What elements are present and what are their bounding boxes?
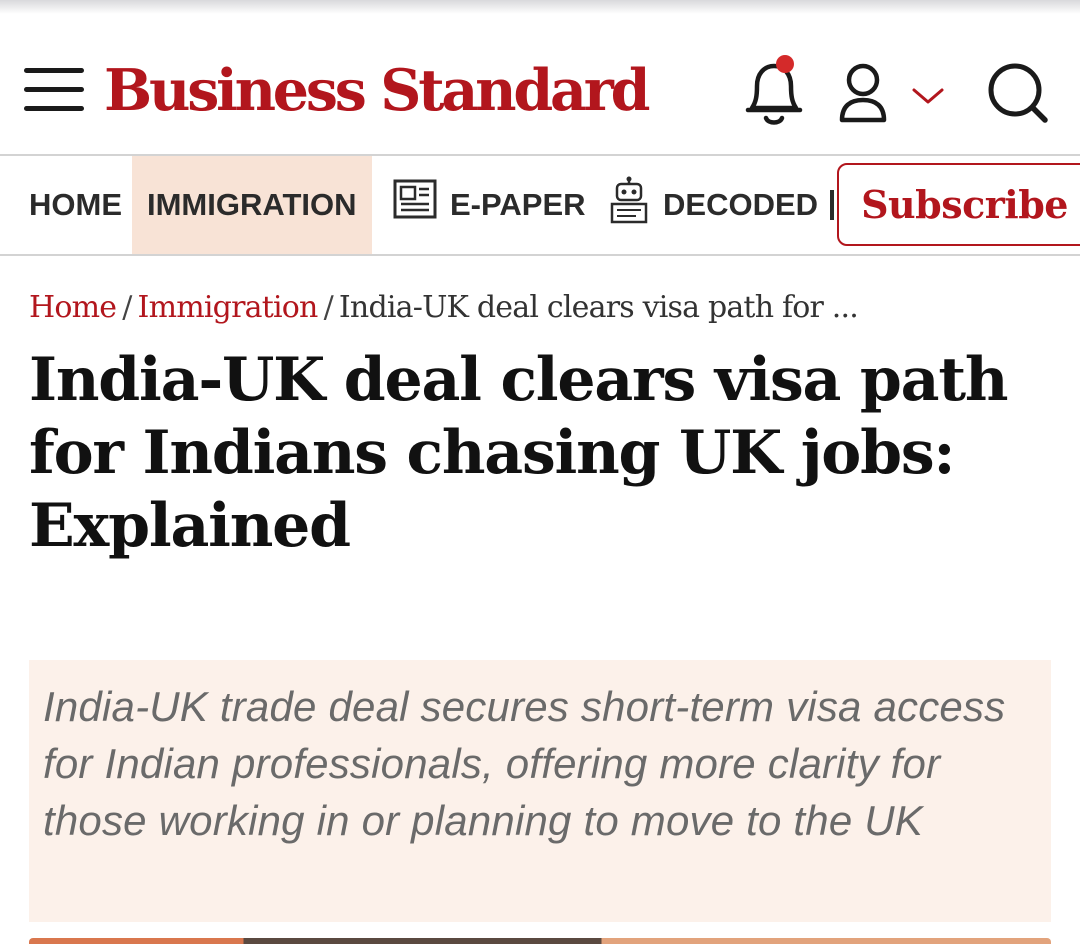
nav-item-immigration[interactable]: IMMIGRATION	[132, 156, 372, 254]
breadcrumb-section[interactable]: Immigration	[138, 290, 319, 325]
nav-divider	[0, 254, 1080, 256]
user-icon	[839, 63, 887, 123]
newspaper-icon	[392, 176, 440, 228]
notification-dot	[776, 55, 794, 73]
account-menu[interactable]	[834, 60, 954, 130]
article-summary: India-UK trade deal secures short-term v…	[29, 660, 1051, 922]
site-header: Business Standard	[0, 14, 1080, 154]
breadcrumb-home[interactable]: Home	[29, 290, 117, 325]
article-image[interactable]	[29, 938, 1051, 944]
breadcrumb: Home / Immigration / India-UK deal clears vi…	[29, 290, 859, 325]
chevron-down-icon	[912, 88, 944, 104]
nav-item-home[interactable]: HOME	[29, 156, 122, 254]
breadcrumb-current: India-UK deal clears visa path for ...	[338, 290, 859, 325]
article-headline: India-UK deal clears visa path for India…	[29, 345, 1008, 561]
status-bar-shade	[0, 0, 1080, 14]
robot-icon	[608, 176, 650, 230]
breadcrumb-separator: /	[122, 290, 132, 325]
nav-item-decoded[interactable]: DECODED	[663, 156, 818, 254]
nav-item-epaper[interactable]: E-PAPER	[450, 156, 586, 254]
site-logo[interactable]: Business Standard	[104, 56, 650, 126]
bell-icon[interactable]	[742, 54, 806, 134]
search-icon[interactable]	[984, 58, 1054, 130]
breadcrumb-separator: /	[323, 290, 334, 325]
subscribe-button[interactable]: Subscribe	[837, 163, 1080, 246]
summary-text: India-UK trade deal secures short-term v…	[43, 683, 1006, 844]
nav-overflow-item	[830, 190, 834, 220]
menu-icon[interactable]	[24, 68, 84, 112]
